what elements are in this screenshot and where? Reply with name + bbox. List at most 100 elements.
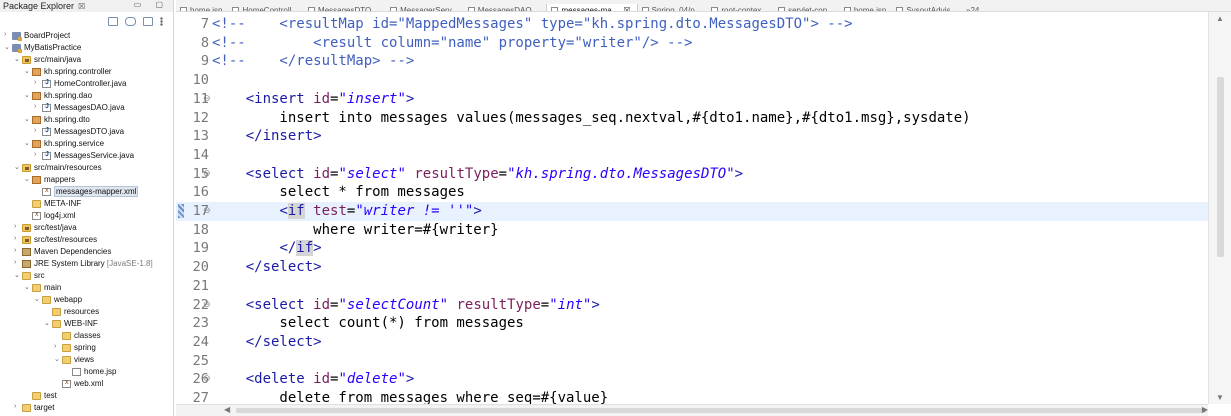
code-text[interactable]: <select id="select" resultType="kh.sprin… xyxy=(212,166,743,182)
tree-item[interactable]: ⌄ kh.spring.controller xyxy=(0,66,173,78)
code-text[interactable]: <!-- </resultMap> --> xyxy=(212,53,414,69)
chevron-down-icon[interactable]: ⌄ xyxy=(44,319,51,327)
editor-tab[interactable]: Spring_04/p... xyxy=(638,4,708,11)
code-line[interactable]: 27 delete from messages where seq=#{valu… xyxy=(176,389,1208,404)
code-editor[interactable]: 7 <!-- <resultMap id="MappedMessages" typ… xyxy=(176,12,1208,404)
code-text[interactable]: <insert id="insert"> xyxy=(212,91,415,107)
code-text[interactable]: insert into messages values(messages_seq… xyxy=(212,110,970,126)
tree-item[interactable]: home.jsp xyxy=(0,366,173,378)
chevron-down-icon[interactable]: ⌄ xyxy=(14,55,21,63)
link-with-editor-icon[interactable] xyxy=(125,16,136,26)
scroll-left-icon[interactable]: ◀ xyxy=(224,405,230,414)
tree-item[interactable]: ⌄ kh.spring.dto xyxy=(0,114,173,126)
tree-item[interactable]: › Maven Dependencies xyxy=(0,246,173,258)
chevron-right-icon[interactable]: › xyxy=(14,223,21,230)
tree-item[interactable]: classes xyxy=(0,330,173,342)
chevron-right-icon[interactable]: › xyxy=(34,151,41,158)
tree-item[interactable]: resources xyxy=(0,306,173,318)
code-line[interactable]: 24 </select> xyxy=(176,333,1208,352)
tree-item[interactable]: ⌄ kh.spring.service xyxy=(0,138,173,150)
tree-item[interactable]: ⌄ MyBatisPractice xyxy=(0,42,173,54)
tree-item[interactable]: › spring xyxy=(0,342,173,354)
tree-item[interactable]: › BoardProject xyxy=(0,30,173,42)
chevron-down-icon[interactable]: ⌄ xyxy=(24,175,31,183)
chevron-right-icon[interactable]: › xyxy=(54,343,61,350)
tree-item[interactable]: ⌄ mappers xyxy=(0,174,173,186)
code-text[interactable]: </if> xyxy=(212,240,322,257)
view-menu-icon[interactable] xyxy=(160,16,163,26)
code-line[interactable]: 21 xyxy=(176,277,1208,296)
chevron-right-icon[interactable]: › xyxy=(34,79,41,86)
tree-item[interactable]: ⌄ webapp xyxy=(0,294,173,306)
code-text[interactable]: <delete id="delete"> xyxy=(212,371,415,387)
chevron-right-icon[interactable]: › xyxy=(14,247,21,254)
code-line[interactable]: 18 where writer=#{writer} xyxy=(176,221,1208,240)
tree-item[interactable]: ⌄ views xyxy=(0,354,173,366)
chevron-right-icon[interactable]: › xyxy=(34,103,41,110)
tree-item[interactable]: › HomeController.java xyxy=(0,78,173,90)
chevron-right-icon[interactable]: › xyxy=(14,403,21,410)
tree-item[interactable]: ⌄ main xyxy=(0,282,173,294)
tree-item[interactable]: › JRE System Library [JavaSE-1.8] xyxy=(0,258,173,270)
scroll-down-icon[interactable]: ▼ xyxy=(1216,393,1224,402)
editor-tab[interactable]: home.jsp xyxy=(840,4,892,11)
code-line[interactable]: 8 <!-- <result column="name" property="wr… xyxy=(176,34,1208,53)
code-text[interactable]: </select> xyxy=(212,334,322,350)
code-text[interactable]: <!-- <result column="name" property="wri… xyxy=(212,35,692,51)
code-line[interactable]: 20 </select> xyxy=(176,258,1208,277)
code-line[interactable]: 16 select * from messages xyxy=(176,183,1208,202)
chevron-down-icon[interactable]: ⌄ xyxy=(24,91,31,99)
explorer-title[interactable]: Package Explorer xyxy=(3,1,74,11)
chevron-down-icon[interactable]: ⌄ xyxy=(14,163,21,171)
chevron-right-icon[interactable]: › xyxy=(4,31,11,38)
code-text[interactable]: <if test="writer != ''"> xyxy=(212,203,482,219)
code-line[interactable]: 10 xyxy=(176,71,1208,90)
vertical-scrollbar[interactable]: ▲ ▼ xyxy=(1208,12,1231,404)
chevron-down-icon[interactable]: ⌄ xyxy=(4,43,11,51)
editor-tab[interactable]: MessagesDAO.... xyxy=(464,4,547,11)
fold-toggle-icon[interactable]: ⊖ xyxy=(203,205,211,216)
editor-tab[interactable]: MessagerServ... xyxy=(386,4,464,11)
code-line[interactable]: 13 </insert> xyxy=(176,127,1208,146)
tree-item[interactable]: ⌄ kh.spring.dao xyxy=(0,90,173,102)
chevron-down-icon[interactable]: ⌄ xyxy=(24,115,31,123)
code-line[interactable]: 22 ⊖ <select id="selectCount" resultType=… xyxy=(176,296,1208,315)
tree-item[interactable]: › MessagesDAO.java xyxy=(0,102,173,114)
chevron-right-icon[interactable]: › xyxy=(14,235,21,242)
tree-item[interactable]: ⌄ src/main/resources xyxy=(0,162,173,174)
tree-item[interactable]: ⌄ src/main/java xyxy=(0,54,173,66)
editor-tab[interactable]: SysoutAdvis... xyxy=(892,4,963,11)
code-text[interactable]: <!-- <resultMap id="MappedMessages" type… xyxy=(212,16,853,32)
code-line[interactable]: 25 xyxy=(176,352,1208,371)
tree-item[interactable]: › MessagesDTO.java xyxy=(0,126,173,138)
code-line[interactable]: 9 <!-- </resultMap> --> xyxy=(176,52,1208,71)
code-line[interactable]: 23 select count(*) from messages xyxy=(176,314,1208,333)
minimize-maximize-icon[interactable]: ▭ ▢ xyxy=(134,0,169,9)
tree-item[interactable]: ⌄ src xyxy=(0,270,173,282)
chevron-down-icon[interactable]: ⌄ xyxy=(54,355,61,363)
tree-item[interactable]: messages-mapper.xml xyxy=(0,186,173,198)
horizontal-scrollbar[interactable]: ◀ ▶ xyxy=(176,404,1208,416)
tree-item[interactable]: › target xyxy=(0,402,173,414)
chevron-right-icon[interactable]: › xyxy=(34,127,41,134)
close-view-icon[interactable]: ☒ xyxy=(78,2,85,11)
code-line[interactable]: 15 ⊖ <select id="select" resultType="kh.s… xyxy=(176,165,1208,184)
vertical-scroll-thumb[interactable] xyxy=(1217,77,1224,257)
code-text[interactable]: delete from messages where seq=#{value} xyxy=(212,390,608,404)
tree-item[interactable]: test xyxy=(0,390,173,402)
horizontal-scroll-thumb[interactable] xyxy=(236,408,1206,413)
code-line[interactable]: 7 <!-- <resultMap id="MappedMessages" typ… xyxy=(176,15,1208,34)
editor-tab[interactable]: home.jsp xyxy=(176,4,228,11)
code-line[interactable]: 12 insert into messages values(messages_… xyxy=(176,109,1208,128)
chevron-down-icon[interactable]: ⌄ xyxy=(24,283,31,291)
editor-tab[interactable]: HomeControll... xyxy=(228,4,304,11)
editor-tab[interactable]: root-contex... xyxy=(707,4,774,11)
fold-toggle-icon[interactable]: ⊖ xyxy=(203,373,211,384)
tree-item[interactable]: META-INF xyxy=(0,198,173,210)
code-text[interactable]: <select id="selectCount" resultType="int… xyxy=(212,297,600,313)
editor-tab[interactable]: messages-ma... ☒ xyxy=(546,4,638,11)
fold-toggle-icon[interactable]: ⊖ xyxy=(203,168,211,179)
chevron-down-icon[interactable]: ⌄ xyxy=(34,295,41,303)
tree-item[interactable]: › src/test/resources xyxy=(0,234,173,246)
scroll-right-icon[interactable]: ▶ xyxy=(1202,405,1208,414)
